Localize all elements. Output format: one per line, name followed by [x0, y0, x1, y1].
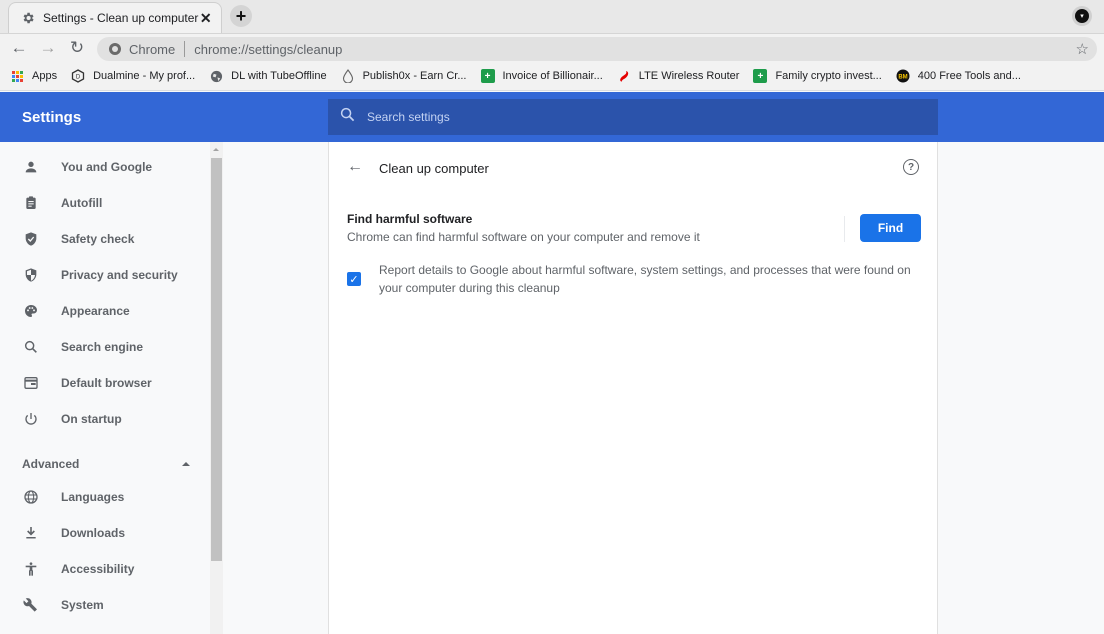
address-bar[interactable]: Chrome chrome://settings/cleanup ☆ — [97, 37, 1097, 61]
site-chip: Chrome — [129, 41, 176, 57]
help-icon[interactable]: ? — [903, 159, 919, 175]
tab-search-button[interactable]: ▾ — [1072, 6, 1092, 26]
shield-half-icon — [22, 266, 40, 284]
advanced-section-toggle[interactable]: Advanced — [22, 454, 192, 474]
dualmine-icon: D — [71, 69, 85, 83]
settings-sidebar: You and Google Autofill Safety check Pri… — [0, 142, 210, 634]
scroll-up-arrow-icon[interactable] — [213, 148, 219, 151]
report-details-label: Report details to Google about harmful s… — [379, 263, 911, 295]
cleanup-card: ← Clean up computer ? Find harmful softw… — [328, 142, 938, 634]
chrome-site-icon — [109, 43, 121, 55]
search-settings-field[interactable] — [328, 99, 938, 135]
bookmark-free-tools[interactable]: BM 400 Free Tools and... — [896, 69, 1021, 83]
settings-header: Settings — [0, 92, 1104, 142]
gear-icon — [21, 11, 35, 25]
scrollbar-thumb[interactable] — [211, 158, 222, 561]
forward-button[interactable]: → — [37, 37, 59, 59]
row-divider — [844, 216, 845, 242]
page-title: Clean up computer — [379, 161, 489, 176]
bookmark-label: LTE Wireless Router — [638, 70, 740, 82]
bookmarks-bar: Apps D Dualmine - My prof... DL with Tub… — [0, 62, 1104, 91]
url-text[interactable]: chrome://settings/cleanup — [194, 42, 342, 57]
search-input[interactable] — [367, 110, 867, 124]
bookmark-tubeoffline[interactable]: DL with TubeOffline — [209, 69, 327, 83]
sidebar-item-languages[interactable]: Languages — [0, 479, 200, 515]
chevron-down-icon: ▾ — [1075, 9, 1089, 23]
bookmark-label: DL with TubeOffline — [231, 70, 327, 82]
bookmark-label: Publish0x - Earn Cr... — [362, 70, 467, 82]
sidebar-item-default-browser[interactable]: Default browser — [0, 365, 200, 401]
tab-strip: Settings - Clean up computer ✕ + ▾ — [0, 0, 1104, 33]
search-icon — [340, 107, 355, 127]
bm-logo-icon: BM — [896, 69, 910, 83]
shield-check-icon — [22, 230, 40, 248]
find-harmful-software-description: Chrome can find harmful software on your… — [347, 230, 700, 244]
sidebar-item-accessibility[interactable]: Accessibility — [0, 551, 200, 587]
sheets-icon: + — [753, 69, 768, 83]
sidebar-scrollbar[interactable] — [210, 142, 223, 634]
bookmark-family-crypto[interactable]: + Family crypto invest... — [753, 69, 882, 83]
sidebar-item-appearance[interactable]: Appearance — [0, 293, 200, 329]
report-details-checkbox[interactable]: ✓ — [347, 272, 361, 286]
search-icon — [22, 338, 40, 356]
find-button[interactable]: Find — [860, 214, 921, 242]
globe-icon — [22, 488, 40, 506]
bookmark-label: Family crypto invest... — [775, 70, 882, 82]
sidebar-item-downloads[interactable]: Downloads — [0, 515, 200, 551]
chevron-up-icon — [182, 462, 190, 466]
wrench-icon — [22, 596, 40, 614]
sidebar-item-on-startup[interactable]: On startup — [0, 401, 200, 437]
bookmark-dualmine[interactable]: D Dualmine - My prof... — [71, 69, 195, 83]
sidebar-item-autofill[interactable]: Autofill — [0, 185, 200, 221]
bookmark-label: Apps — [32, 70, 58, 82]
bookmark-label: Invoice of Billionair... — [502, 70, 603, 82]
checkmark-icon: ✓ — [349, 273, 359, 286]
omnibox-divider — [184, 41, 186, 57]
browser-tab-settings[interactable]: Settings - Clean up computer ✕ — [8, 2, 222, 33]
back-button[interactable]: ← — [8, 37, 30, 59]
browser-window-icon — [22, 374, 40, 392]
palette-icon — [22, 302, 40, 320]
power-icon — [22, 410, 40, 428]
bookmark-label: 400 Free Tools and... — [917, 70, 1021, 82]
bookmark-star-icon[interactable]: ☆ — [1076, 40, 1089, 58]
apps-grid-icon — [10, 69, 24, 83]
tab-title: Settings - Clean up computer — [43, 11, 199, 25]
sidebar-item-system[interactable]: System — [0, 587, 200, 623]
reload-button[interactable]: ↻ — [66, 37, 88, 59]
sidebar-item-you-and-google[interactable]: You and Google — [0, 149, 200, 185]
bookmark-apps[interactable]: Apps — [10, 69, 57, 83]
person-icon — [22, 158, 40, 176]
close-tab-icon[interactable]: ✕ — [198, 10, 213, 26]
browser-toolbar: ← → ↻ Chrome chrome://settings/cleanup ☆ — [0, 33, 1104, 62]
svg-text:D: D — [76, 75, 81, 81]
bookmark-lte-router[interactable]: LTE Wireless Router — [617, 69, 740, 83]
svg-text:BM: BM — [898, 75, 907, 81]
globe-icon — [209, 69, 223, 83]
sidebar-item-search-engine[interactable]: Search engine — [0, 329, 200, 365]
bookmark-invoice[interactable]: + Invoice of Billionair... — [480, 69, 603, 83]
bookmark-label: Dualmine - My prof... — [93, 70, 196, 82]
download-icon — [22, 524, 40, 542]
accessibility-icon — [22, 560, 40, 578]
bookmark-publish0x[interactable]: Publish0x - Earn Cr... — [341, 69, 467, 83]
sidebar-item-safety-check[interactable]: Safety check — [0, 221, 200, 257]
clipboard-icon — [22, 194, 40, 212]
sidebar-item-privacy-security[interactable]: Privacy and security — [0, 257, 200, 293]
back-arrow-button[interactable]: ← — [345, 157, 365, 177]
find-harmful-software-title: Find harmful software — [347, 212, 473, 226]
airtel-icon — [617, 69, 631, 83]
drop-icon — [341, 69, 355, 83]
new-tab-button[interactable]: + — [230, 5, 252, 27]
settings-title: Settings — [22, 109, 82, 126]
sheets-icon: + — [480, 69, 495, 83]
